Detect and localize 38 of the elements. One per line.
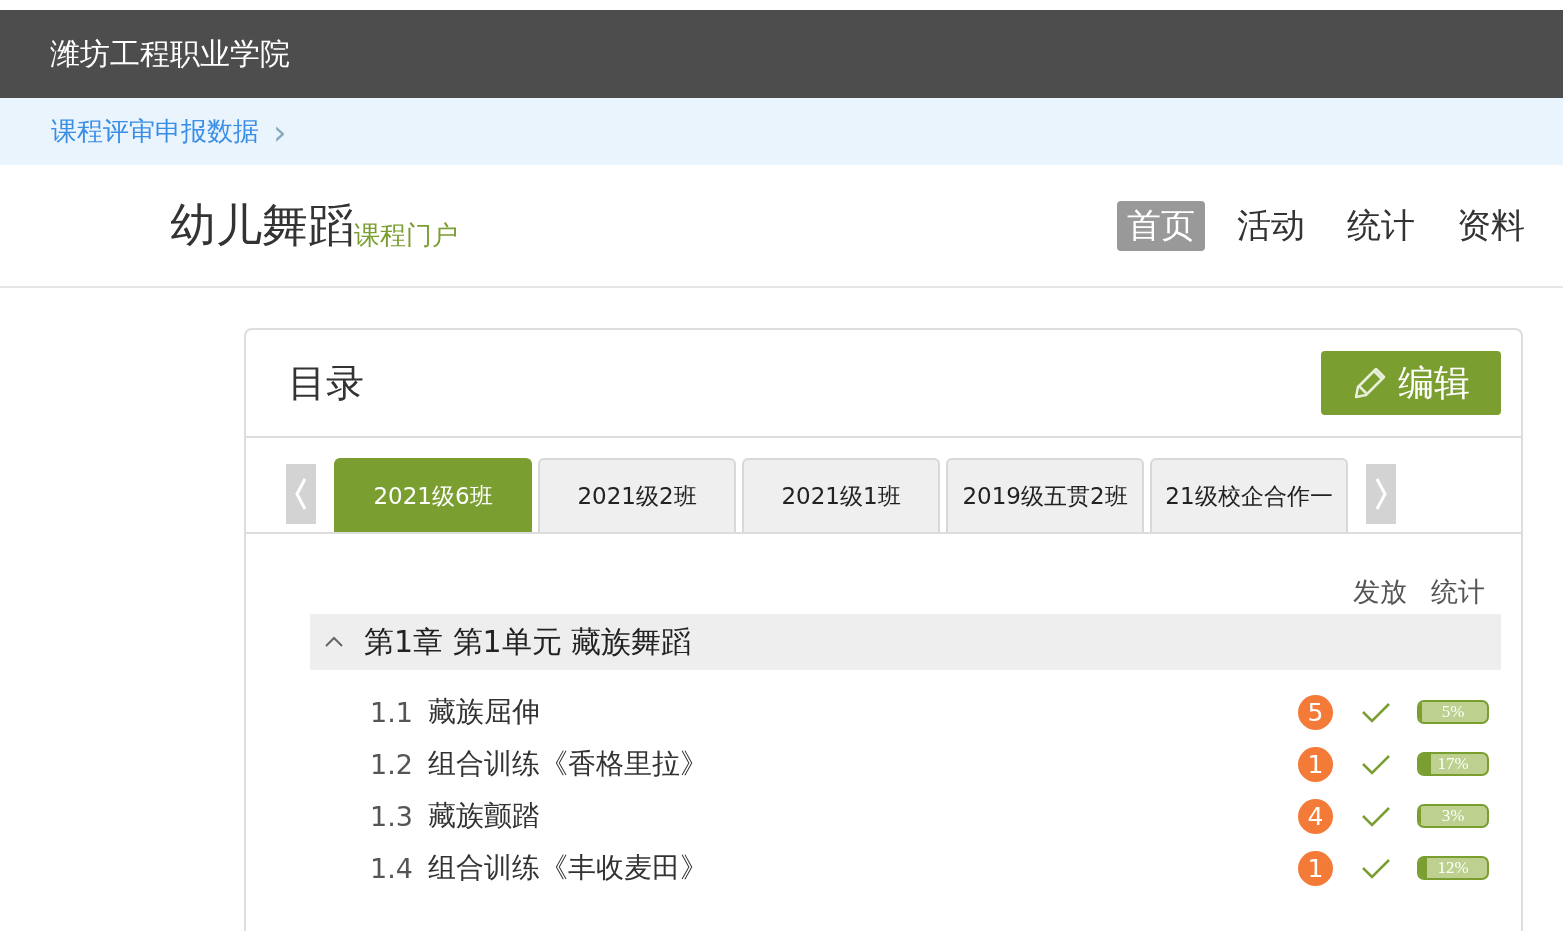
lesson-title[interactable]: 藏族屈伸	[428, 693, 1298, 731]
lesson-title[interactable]: 组合训练《香格里拉》	[428, 745, 1298, 783]
chevron-left-icon	[294, 476, 308, 512]
course-subtitle: 课程门户	[354, 219, 458, 252]
course-title: 幼儿舞蹈	[170, 196, 354, 254]
progress-reading: 5%	[1440, 702, 1466, 722]
class-tab[interactable]: 2019级五贯2班	[946, 458, 1144, 532]
count-badge: 5	[1298, 694, 1333, 730]
catalog-title: 目录	[288, 359, 364, 407]
progress-reading: 17%	[1436, 754, 1470, 774]
column-header: 统计	[1431, 575, 1485, 609]
progress-reading: 3%	[1440, 806, 1466, 826]
count-badge: 1	[1298, 746, 1333, 782]
count-badge: 1	[1298, 850, 1333, 886]
count-badge: 4	[1298, 798, 1333, 834]
chevron-right-icon	[1374, 476, 1388, 512]
scroll-right-button[interactable]	[1366, 464, 1396, 524]
school-name: 潍坊工程职业学院	[50, 34, 290, 73]
class-tab[interactable]: 2021级2班	[538, 458, 736, 532]
lesson-number: 1.4	[370, 852, 414, 884]
lesson-number: 1.3	[370, 800, 414, 832]
lesson-title[interactable]: 组合训练《丰收麦田》	[428, 849, 1298, 887]
lesson-number: 1.2	[370, 748, 414, 780]
column-header: 发放	[1353, 575, 1407, 609]
lesson-number: 1.1	[370, 696, 414, 728]
class-tab[interactable]: 2021级1班	[742, 458, 940, 532]
chapter-title: 第1章 第1单元 藏族舞蹈	[364, 622, 692, 661]
pencil-icon	[1352, 365, 1388, 401]
collapse-icon[interactable]	[324, 635, 344, 649]
scroll-left-button[interactable]	[286, 464, 316, 524]
class-tab[interactable]: 21级校企合作一	[1150, 458, 1348, 532]
nav-tab[interactable]: 统计	[1337, 200, 1425, 251]
chapter-row[interactable]: 第1章 第1单元 藏族舞蹈	[310, 614, 1501, 670]
lesson-title[interactable]: 藏族颤踏	[428, 797, 1298, 835]
nav-tab[interactable]: 资料	[1447, 200, 1535, 251]
nav-tab[interactable]: 活动	[1227, 200, 1315, 251]
progress-reading: 12%	[1436, 858, 1470, 878]
chevron-right-icon: ›	[273, 114, 287, 149]
